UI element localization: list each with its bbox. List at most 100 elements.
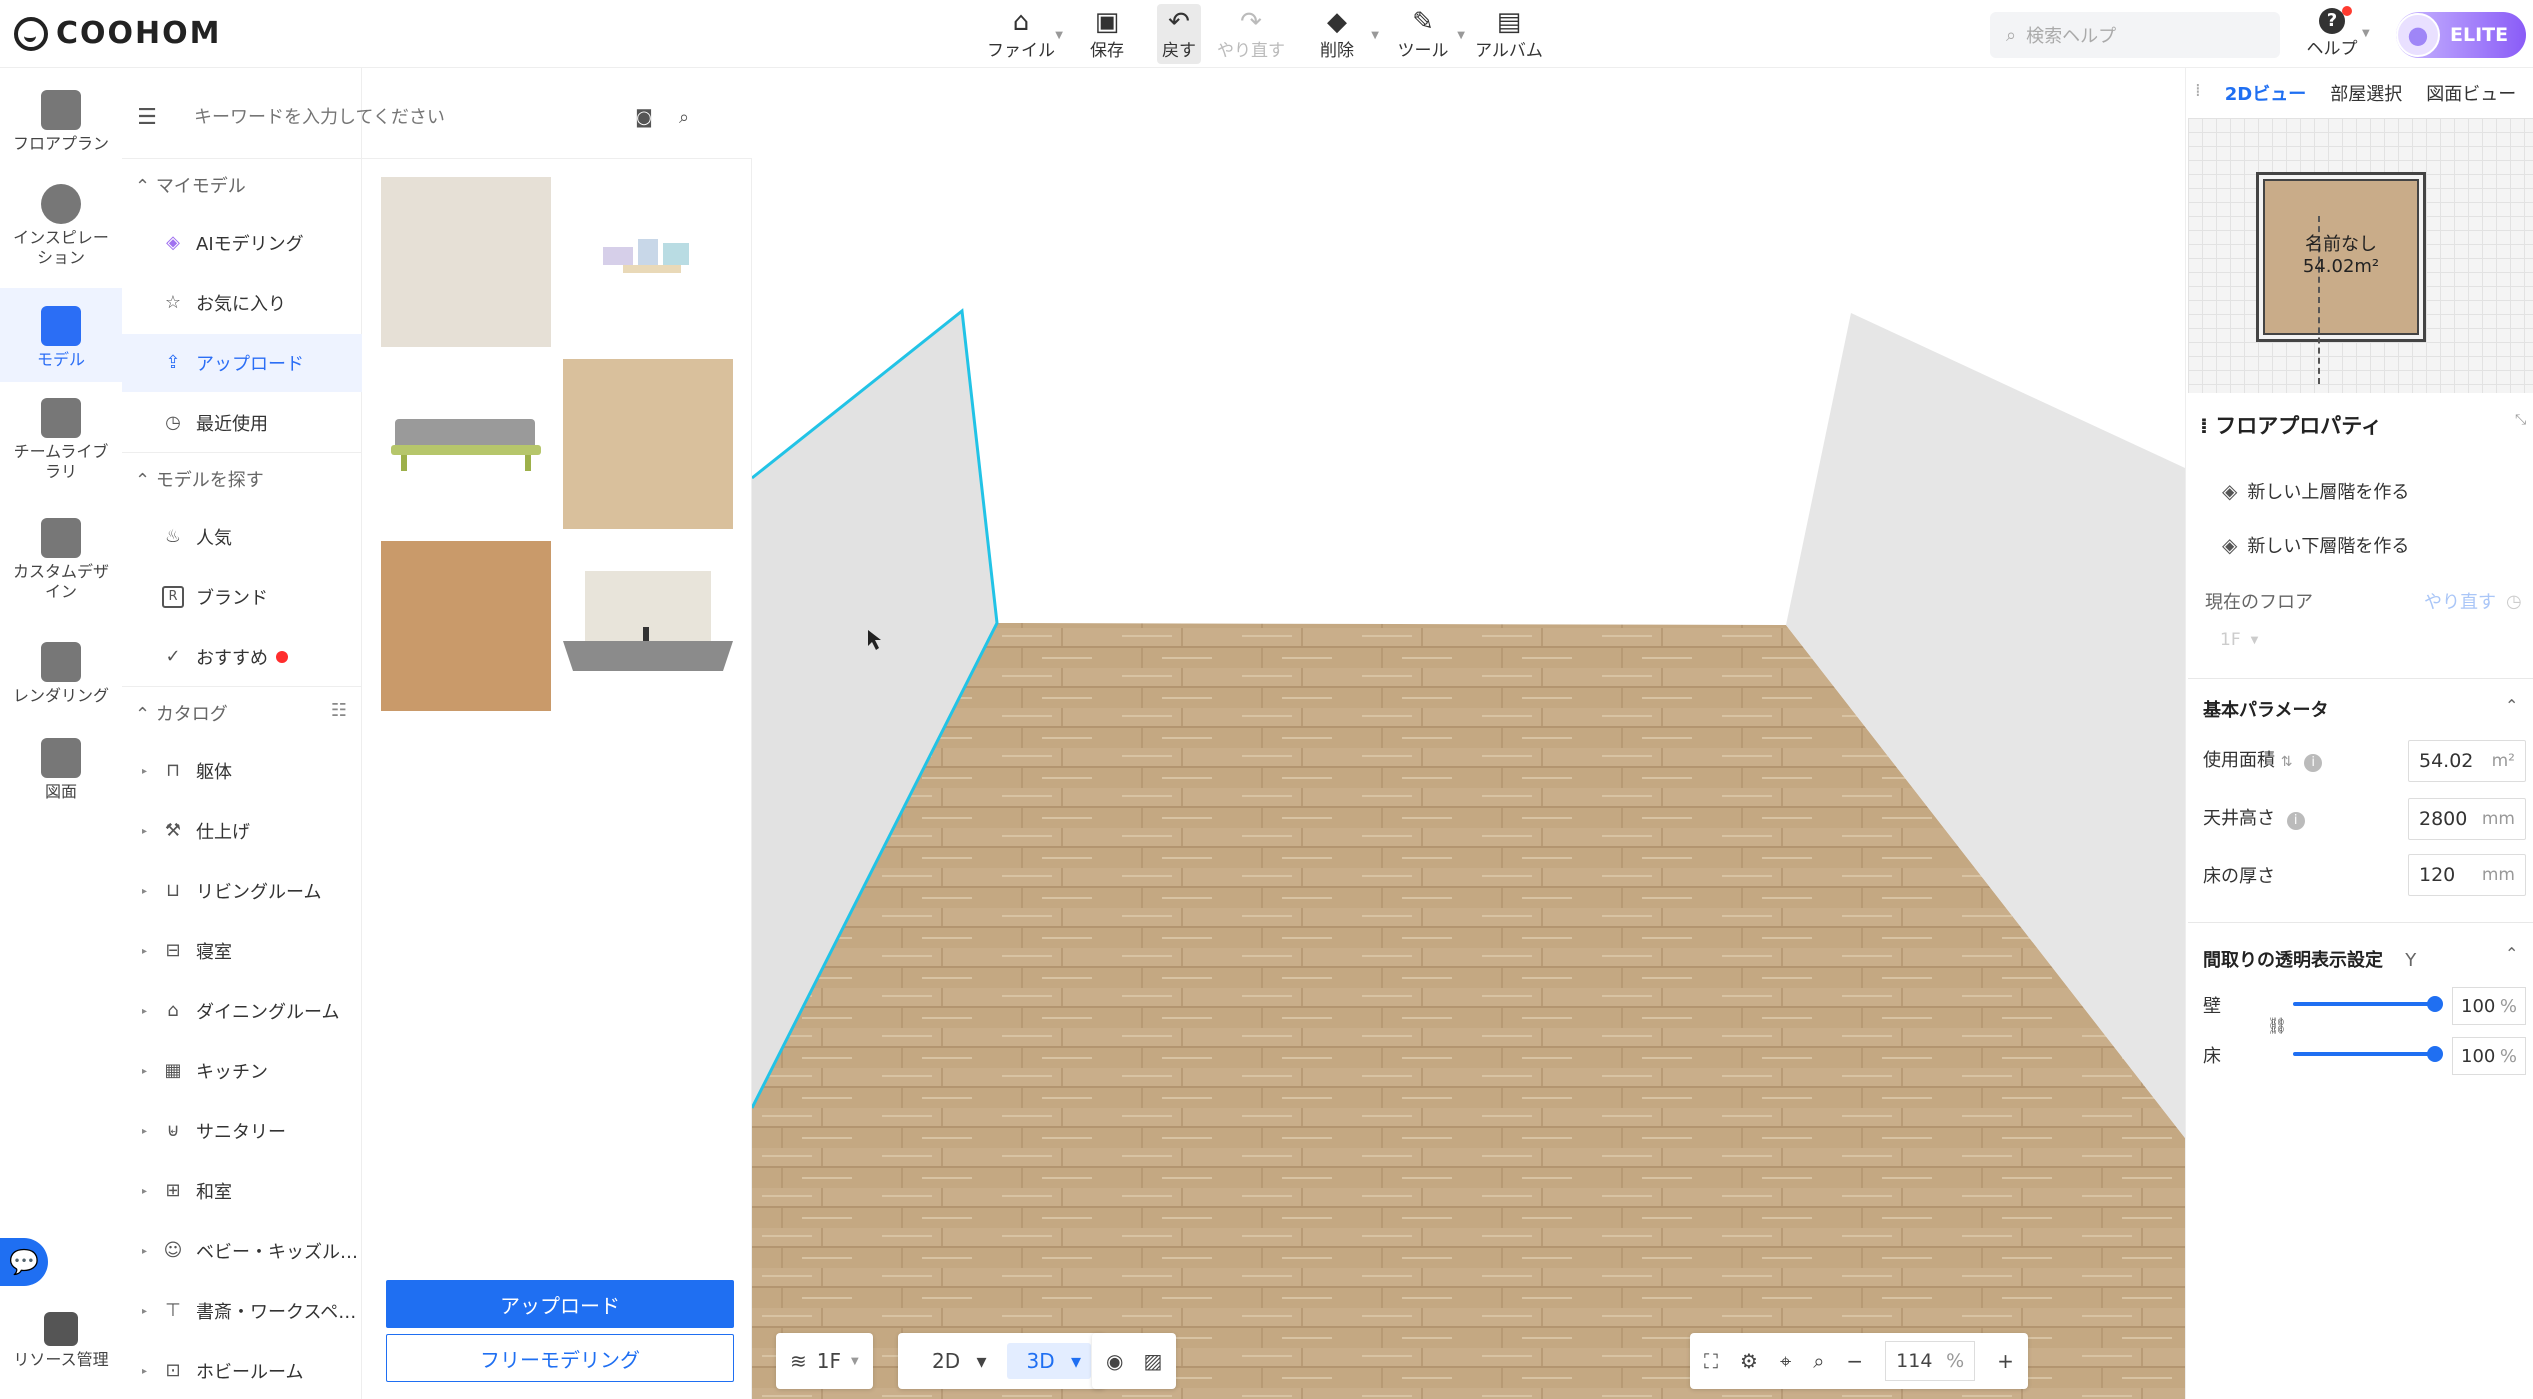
model-thumbnail[interactable] <box>563 359 733 529</box>
floor-selector[interactable]: ≋ 1F ▼ <box>776 1333 873 1389</box>
rail-item-model[interactable]: モデル <box>0 288 122 382</box>
chat-icon[interactable]: 💬 <box>0 1238 48 1286</box>
upload-icon: ⇪ <box>165 352 181 373</box>
filter-icon[interactable]: ☷ <box>331 700 347 721</box>
tab-drawing-view[interactable]: 図面ビュー <box>2426 80 2516 106</box>
eye-icon[interactable]: ◉ <box>1106 1349 1123 1373</box>
current-floor-select[interactable]: 1F ▼ <box>2220 630 2258 650</box>
link-icon[interactable]: ⛓ <box>2267 1016 2287 1035</box>
undo-button[interactable]: ↶ 戻す <box>1157 4 1201 64</box>
tab-room-select[interactable]: 部屋選択 <box>2330 80 2402 106</box>
new-upper-floor-button[interactable]: ◈ 新しい上層階を作る <box>2222 478 2409 504</box>
collapse-corner-icon[interactable]: ⤡ <box>2515 412 2526 428</box>
rail-item-custom-design[interactable]: カスタムデザイン <box>0 518 122 602</box>
cat-item-japanese-room[interactable]: ▸ ⊞ 和室 <box>122 1162 362 1220</box>
free-modeling-button[interactable]: フリーモデリング <box>386 1334 734 1382</box>
focus-icon[interactable]: ⌖ <box>1780 1349 1791 1373</box>
cat-item-study[interactable]: ▸ ⊤ 書斎・ワークスペ… <box>122 1282 362 1340</box>
new-badge <box>276 651 288 663</box>
cube-view-icon[interactable]: ▨ <box>1143 1349 1162 1373</box>
zoom-level-input[interactable]: 114 % <box>1885 1341 1976 1381</box>
chevron-up-icon[interactable]: ⌃ <box>2505 696 2518 715</box>
section-find-models[interactable]: ⌃ モデルを探す <box>135 466 264 492</box>
cat-item-ai-modeling[interactable]: ◈ AIモデリング <box>122 214 362 272</box>
cat-item-hobby[interactable]: ▸ ⊡ ホビールーム <box>122 1342 362 1399</box>
fit-screen-icon[interactable]: ⛶ <box>1704 1349 1718 1373</box>
search-icon[interactable]: ⌕ <box>664 107 704 128</box>
slider-knob[interactable] <box>2427 996 2443 1012</box>
tools-button[interactable]: ✎ ツール ▼ <box>1387 4 1466 64</box>
wall-transparency-slider[interactable] <box>2293 996 2443 1012</box>
basic-params-header[interactable]: 基本パラメータ <box>2203 696 2328 722</box>
cat-item-dining[interactable]: ▸ ⌂ ダイニングルーム <box>122 982 362 1040</box>
rail-item-resource[interactable]: リソース管理 <box>0 1312 122 1370</box>
floor-transparency-slider[interactable] <box>2293 1046 2443 1062</box>
cat-item-favorites[interactable]: ☆ お気に入り <box>122 274 362 332</box>
cat-item-brand[interactable]: R ブランド <box>122 568 362 626</box>
app-logo[interactable]: COOHOM <box>14 16 222 51</box>
cat-item-recommended[interactable]: ✓ おすすめ <box>122 628 362 686</box>
search-icon: ⌕ <box>2006 24 2017 46</box>
album-button[interactable]: ▤ アルバム <box>1473 4 1545 64</box>
view-2d-button[interactable]: 2D ▾ <box>912 1343 997 1379</box>
chevron-down-icon[interactable]: ▼ <box>2362 28 2370 39</box>
cat-item-baby-kids[interactable]: ▸ ☺ ベビー・キッズル… <box>122 1222 362 1280</box>
drag-handle-icon[interactable]: ⁞ <box>2195 80 2201 106</box>
ceiling-height-input[interactable]: 2800 mm <box>2408 798 2526 840</box>
file-button[interactable]: ⌂ ファイル ▼ <box>985 4 1063 64</box>
slider-knob[interactable] <box>2427 1046 2443 1062</box>
tools-label: ツール <box>1397 40 1449 61</box>
transparency-header[interactable]: 間取りの透明表示設定 Y <box>2203 946 2416 972</box>
3d-viewport[interactable] <box>752 68 2185 1399</box>
collapse-panel-icon[interactable]: ☰ <box>122 105 172 130</box>
section-my-models[interactable]: ⌃ マイモデル <box>135 172 246 198</box>
model-thumbnail[interactable] <box>563 177 733 347</box>
floor-transparency-input[interactable]: 100 % <box>2452 1037 2526 1075</box>
chevron-up-icon[interactable]: ⌃ <box>2505 944 2518 963</box>
rail-item-team-library[interactable]: チームライブラリ <box>0 398 122 482</box>
expand-arrow-icon: ▸ <box>142 1365 148 1377</box>
new-lower-floor-button[interactable]: ◈ 新しい下層階を作る <box>2222 532 2409 558</box>
model-thumbnail[interactable] <box>563 541 733 711</box>
catalog-search-input[interactable] <box>194 106 624 128</box>
section-catalog[interactable]: ⌃ カタログ ☷ <box>135 700 347 726</box>
zoom-out-button[interactable]: − <box>1846 1349 1863 1373</box>
wall-transparency-input[interactable]: 100 % <box>2452 987 2526 1025</box>
help-button[interactable]: ? ヘルプ <box>2305 6 2359 59</box>
model-thumbnail[interactable] <box>381 177 551 347</box>
cat-item-kitchen[interactable]: ▸ ▦ キッチン <box>122 1042 362 1100</box>
user-menu[interactable]: ● ELITE <box>2396 12 2526 58</box>
info-icon[interactable]: i <box>2286 812 2305 830</box>
crown-icon <box>41 398 81 438</box>
cat-item-structure[interactable]: ▸ ⊓ 躯体 <box>122 742 362 800</box>
rail-item-drawing[interactable]: 図面 <box>0 738 122 802</box>
floor-thickness-input[interactable]: 120 mm <box>2408 854 2526 896</box>
rail-item-floorplan[interactable]: フロアプラン <box>0 90 122 154</box>
rail-item-inspiration[interactable]: インスピレーション <box>0 184 122 268</box>
delete-button[interactable]: ◆ 削除 ▼ <box>1301 4 1379 64</box>
info-icon[interactable]: i <box>2304 754 2323 772</box>
cat-item-popular[interactable]: ♨ 人気 <box>122 508 362 566</box>
area-input[interactable]: 54.02 m² <box>2408 740 2526 782</box>
zoom-in-button[interactable]: + <box>1997 1349 2014 1373</box>
zoom-search-icon[interactable]: ⌕ <box>1813 1349 1824 1373</box>
cat-item-recent[interactable]: ◷ 最近使用 <box>122 394 362 452</box>
save-button[interactable]: ▣ 保存 <box>1071 4 1143 64</box>
redo-button[interactable]: ↷ やり直す <box>1215 4 1287 64</box>
rail-item-rendering[interactable]: レンダリング <box>0 642 122 706</box>
cat-item-living[interactable]: ▸ ⊔ リビングルーム <box>122 862 362 920</box>
cat-item-upload[interactable]: ⇪ アップロード <box>122 334 362 392</box>
image-search-icon[interactable]: ◙ <box>624 107 664 128</box>
sort-icon[interactable]: ⇅ <box>2281 754 2293 770</box>
help-search-input[interactable]: ⌕ 検索ヘルプ <box>1990 12 2280 58</box>
upload-button[interactable]: アップロード <box>386 1280 734 1328</box>
model-thumbnail[interactable] <box>381 359 551 529</box>
redo-link[interactable]: やり直す ◷ <box>2424 588 2522 614</box>
cat-item-sanitary[interactable]: ▸ ⊌ サニタリー <box>122 1102 362 1160</box>
fit-settings-icon[interactable]: ⚙ <box>1740 1349 1758 1373</box>
tab-2d-view[interactable]: 2Dビュー <box>2225 80 2306 106</box>
model-thumbnail[interactable] <box>381 541 551 711</box>
cat-item-bedroom[interactable]: ▸ ⊟ 寝室 <box>122 922 362 980</box>
cat-item-finishing[interactable]: ▸ ⚒ 仕上げ <box>122 802 362 860</box>
view-3d-button[interactable]: 3D ▾ <box>1006 1343 1092 1379</box>
